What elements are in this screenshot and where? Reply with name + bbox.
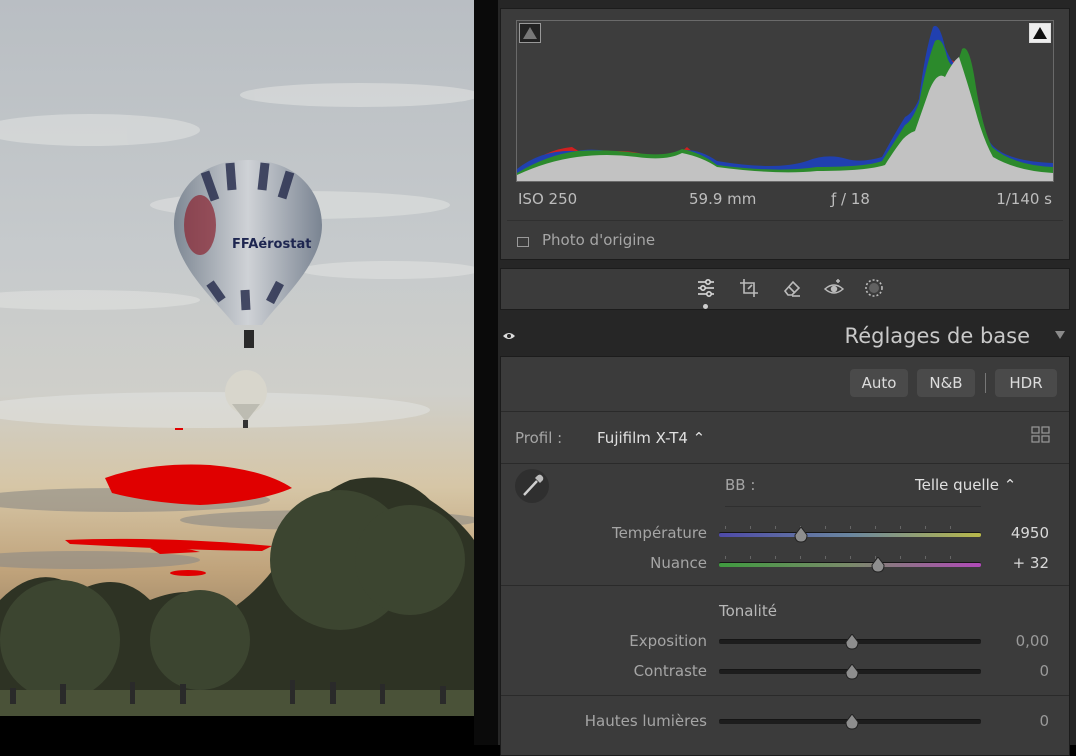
photo-image: FFAérostat	[0, 0, 474, 716]
tint-slider-thumb[interactable]	[871, 557, 885, 573]
profile-label: Profil :	[515, 429, 563, 447]
contrast-label: Contraste	[633, 662, 707, 680]
basic-panel: Auto N&B HDR Profil : Fujifilm X-T4 ⌃ BB…	[500, 356, 1070, 756]
section-title: Réglages de base	[844, 324, 1030, 348]
auto-button[interactable]: Auto	[850, 369, 908, 397]
panel-divider	[474, 0, 498, 745]
eyedropper-icon	[523, 474, 544, 496]
show-original-checkbox[interactable]	[517, 237, 529, 247]
basic-section-header[interactable]: Réglages de base	[498, 317, 1076, 355]
exposure-label: Exposition	[629, 632, 707, 650]
exposure-value[interactable]: 0,00	[969, 632, 1049, 650]
active-tool-indicator	[703, 304, 708, 309]
shadow-clipping-button[interactable]	[519, 23, 541, 43]
tint-value[interactable]: + 32	[969, 554, 1049, 572]
separator	[501, 463, 1069, 464]
white-balance-label: BB :	[725, 476, 756, 494]
histogram-separator	[507, 220, 1063, 221]
tint-label: Nuance	[650, 554, 707, 572]
contrast-slider-thumb[interactable]	[845, 664, 859, 680]
temperature-slider-thumb[interactable]	[794, 527, 808, 543]
mask-icon[interactable]	[863, 277, 885, 299]
highlight-clipping-button[interactable]	[1029, 23, 1051, 43]
tint-slider[interactable]	[719, 562, 981, 567]
histogram-graph[interactable]	[516, 20, 1054, 182]
temperature-value[interactable]: 4950	[969, 524, 1049, 542]
heal-eraser-icon[interactable]	[781, 277, 803, 299]
bw-button[interactable]: N&B	[917, 369, 975, 397]
tool-strip	[500, 268, 1070, 310]
triangle-up-icon	[1033, 27, 1047, 39]
white-balance-picker-button[interactable]	[515, 469, 549, 503]
crop-icon[interactable]	[738, 277, 760, 299]
photo-preview[interactable]: FFAérostat	[0, 0, 474, 716]
collapse-triangle-icon[interactable]	[1054, 330, 1066, 340]
show-original-label[interactable]: Photo d'origine	[542, 231, 655, 249]
highlights-label: Hautes lumières	[584, 712, 707, 730]
exposure-slider-thumb[interactable]	[845, 634, 859, 650]
white-balance-dropdown[interactable]: Telle quelle ⌃	[915, 476, 1016, 494]
temperature-slider[interactable]	[719, 532, 981, 537]
button-separator	[985, 373, 986, 393]
iso-readout: ISO 250	[518, 190, 578, 208]
histogram-panel: ISO 250 59.9 mm ƒ / 18 1/140 s Photo d'o…	[500, 8, 1070, 260]
shutter-readout: 1/140 s	[996, 190, 1052, 208]
tone-heading: Tonalité	[719, 602, 777, 620]
redeye-icon[interactable]	[823, 277, 845, 299]
profile-dropdown[interactable]: Fujifilm X-T4 ⌃	[597, 429, 705, 447]
edit-sliders-icon[interactable]	[695, 277, 717, 299]
separator	[501, 411, 1069, 412]
highlights-value[interactable]: 0	[969, 712, 1049, 730]
highlights-slider-thumb[interactable]	[845, 714, 859, 730]
triangle-up-icon	[523, 27, 537, 39]
focal-length-readout: 59.9 mm	[689, 190, 757, 208]
wb-underline	[725, 506, 981, 507]
develop-right-panel: ISO 250 59.9 mm ƒ / 18 1/140 s Photo d'o…	[498, 0, 1076, 756]
separator	[501, 585, 1069, 586]
hdr-button[interactable]: HDR	[995, 369, 1057, 397]
aperture-readout: ƒ / 18	[831, 190, 870, 208]
eye-icon[interactable]	[502, 331, 516, 341]
contrast-value[interactable]: 0	[969, 662, 1049, 680]
separator	[501, 695, 1069, 696]
temperature-label: Température	[611, 524, 707, 542]
profile-browser-grid-icon[interactable]	[1031, 426, 1051, 444]
temperature-ticks	[725, 526, 975, 529]
tint-ticks	[725, 556, 975, 559]
histogram-chart	[517, 25, 1053, 181]
svg-text:FFAérostat: FFAérostat	[232, 237, 311, 252]
